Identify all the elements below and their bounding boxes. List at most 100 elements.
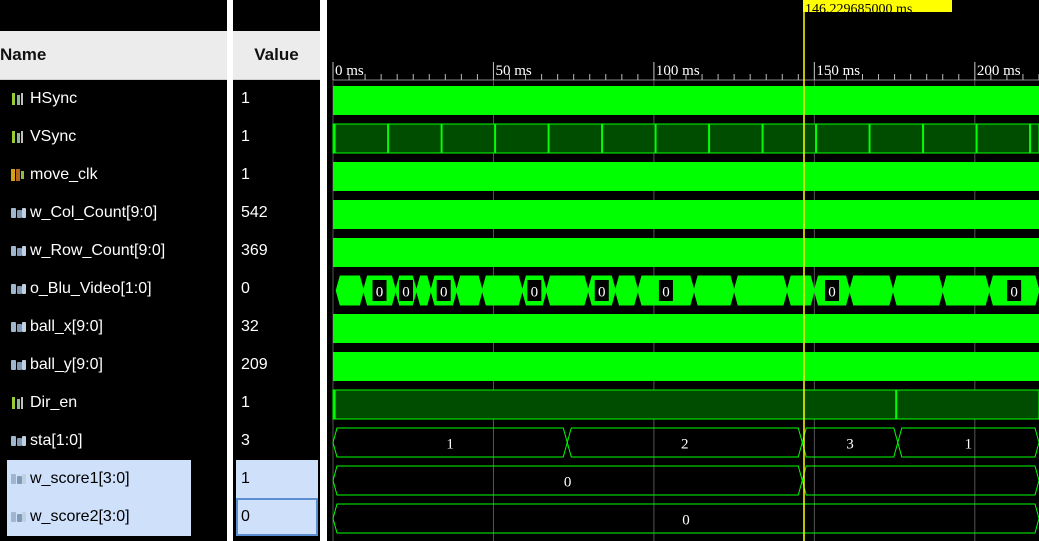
- time-cursor[interactable]: 146.229685000 ms: [803, 0, 952, 541]
- logic-icon: [10, 396, 30, 410]
- signal-row-0[interactable]: HSync: [0, 80, 227, 118]
- signal-value-3[interactable]: 542: [233, 194, 320, 232]
- signal-name: o_Blu_Video[1:0]: [30, 280, 152, 297]
- signal-name: move_clk: [30, 166, 98, 183]
- signal-value-9[interactable]: 3: [233, 422, 320, 460]
- signal-row-11[interactable]: w_score2[3:0]: [7, 498, 191, 536]
- bus-value-label: 0: [531, 285, 539, 301]
- name-column: Name HSync VSync move_clk w_Col_Count[9:0]w…: [0, 0, 227, 541]
- bus-value-label: 0: [376, 285, 384, 301]
- signal-value-8[interactable]: 1: [233, 384, 320, 422]
- bus-segment: [892, 275, 944, 306]
- dense-activity: [333, 352, 1039, 381]
- signal-value-7[interactable]: 209: [233, 346, 320, 384]
- dense-activity: [333, 86, 1039, 115]
- trace-0: [333, 86, 1039, 115]
- signal-value-2[interactable]: 1: [233, 156, 320, 194]
- bus-icon: [10, 320, 30, 334]
- bus-icon: [10, 434, 30, 448]
- trace-4: [333, 238, 1039, 267]
- bus-value-label: 0: [828, 285, 836, 301]
- signal-value-10[interactable]: 1: [236, 460, 318, 498]
- logic-icon: [10, 130, 30, 144]
- signal-row-7[interactable]: ball_y[9:0]: [0, 346, 227, 384]
- bus-value-label: 2: [681, 437, 689, 453]
- bus-value-label: 0: [564, 475, 572, 491]
- bus-segment: [786, 275, 815, 306]
- trace-8: [332, 389, 1039, 420]
- signal-row-3[interactable]: w_Col_Count[9:0]: [0, 194, 227, 232]
- tick-label: 150 ms: [816, 63, 860, 79]
- signal-value-0[interactable]: 1: [233, 80, 320, 118]
- bus-value-label: 0: [402, 285, 410, 301]
- trace-9: 1 2 3 1: [332, 427, 1039, 458]
- signal-name: Dir_en: [30, 394, 78, 411]
- pane-splitter[interactable]: [320, 0, 327, 541]
- bus-segment: [942, 275, 990, 306]
- bus-value-label: 0: [440, 285, 448, 301]
- signal-row-9[interactable]: sta[1:0]: [0, 422, 227, 460]
- signal-name: VSync: [30, 128, 77, 145]
- logic-icon: [10, 92, 30, 106]
- signal-name: w_Col_Count[9:0]: [30, 204, 158, 221]
- bus-segment: [801, 465, 1039, 496]
- name-column-header[interactable]: Name: [0, 31, 227, 80]
- bus-icon: [10, 510, 30, 524]
- bus-segment: [733, 275, 788, 306]
- dense-activity: [333, 314, 1039, 343]
- bus-value-label: 0: [1010, 285, 1018, 301]
- time-axis: 0 ms 50 ms 100 ms 150 ms 200 ms: [332, 62, 1039, 81]
- bus-icon: [10, 244, 30, 258]
- trace-11: 0: [332, 503, 1039, 534]
- signal-value-5[interactable]: 0: [233, 270, 320, 308]
- trace-7: [333, 352, 1039, 381]
- signal-value-6[interactable]: 32: [233, 308, 320, 346]
- signal-value-11[interactable]: 0: [236, 498, 318, 536]
- bus-segment: [456, 275, 483, 306]
- tick-label: 0 ms: [335, 63, 364, 79]
- tick-label: 50 ms: [495, 63, 531, 79]
- dense-activity: [333, 162, 1039, 191]
- signal-row-4[interactable]: w_Row_Count[9:0]: [0, 232, 227, 270]
- bus-icon: [10, 206, 30, 220]
- signal-name: sta[1:0]: [30, 432, 83, 449]
- bus-value-label: 0: [682, 513, 690, 529]
- cursor-time-label: 146.229685000 ms: [805, 2, 912, 17]
- bus-segment: [693, 275, 735, 306]
- trace-1: [332, 123, 1039, 154]
- bus-value-label: 0: [662, 285, 670, 301]
- dense-activity: [333, 200, 1039, 229]
- signal-name: w_Row_Count[9:0]: [30, 242, 166, 259]
- bus-icon: [10, 282, 30, 296]
- bus-value-label: 0: [598, 285, 606, 301]
- signal-row-1[interactable]: VSync: [0, 118, 227, 156]
- signal-high-band: [332, 123, 1039, 154]
- signal-name: w_score1[3:0]: [30, 470, 130, 487]
- tick-label: 200 ms: [977, 63, 1021, 79]
- trace-3: [333, 200, 1039, 229]
- bus-segment: [849, 275, 894, 306]
- bus-value-label: 1: [965, 437, 973, 453]
- signal-row-8[interactable]: Dir_en: [0, 384, 227, 422]
- trace-2: [333, 162, 1039, 191]
- name-column-title: Name: [0, 45, 47, 64]
- value-column-header[interactable]: Value: [233, 31, 320, 80]
- trace-6: [333, 314, 1039, 343]
- bus-segment: [481, 275, 523, 306]
- signal-value-4[interactable]: 369: [233, 232, 320, 270]
- dense-activity: [333, 238, 1039, 267]
- signal-value-1[interactable]: 1: [233, 118, 320, 156]
- trace-5: 0 0 0 0 0 0 0 0: [335, 275, 1039, 306]
- signal-name: ball_x[9:0]: [30, 318, 103, 335]
- signal-row-2[interactable]: move_clk: [0, 156, 227, 194]
- clock-icon: [10, 168, 30, 182]
- bus-value-label: 3: [846, 437, 854, 453]
- signal-traces: 0 0 0 0 0 0 0 0 1 2 3 1 0 0: [332, 86, 1039, 534]
- signal-row-6[interactable]: ball_x[9:0]: [0, 308, 227, 346]
- signal-high-band: [332, 389, 1039, 420]
- bus-segment: [335, 275, 365, 306]
- signal-row-10[interactable]: w_score1[3:0]: [7, 460, 191, 498]
- signal-row-5[interactable]: o_Blu_Video[1:0]: [0, 270, 227, 308]
- waveform-canvas[interactable]: 0 ms 50 ms 100 ms 150 ms 200 ms 0 0 0 0 0 0 0 01 2 3 1…: [327, 0, 1039, 541]
- value-column-title: Value: [254, 45, 299, 64]
